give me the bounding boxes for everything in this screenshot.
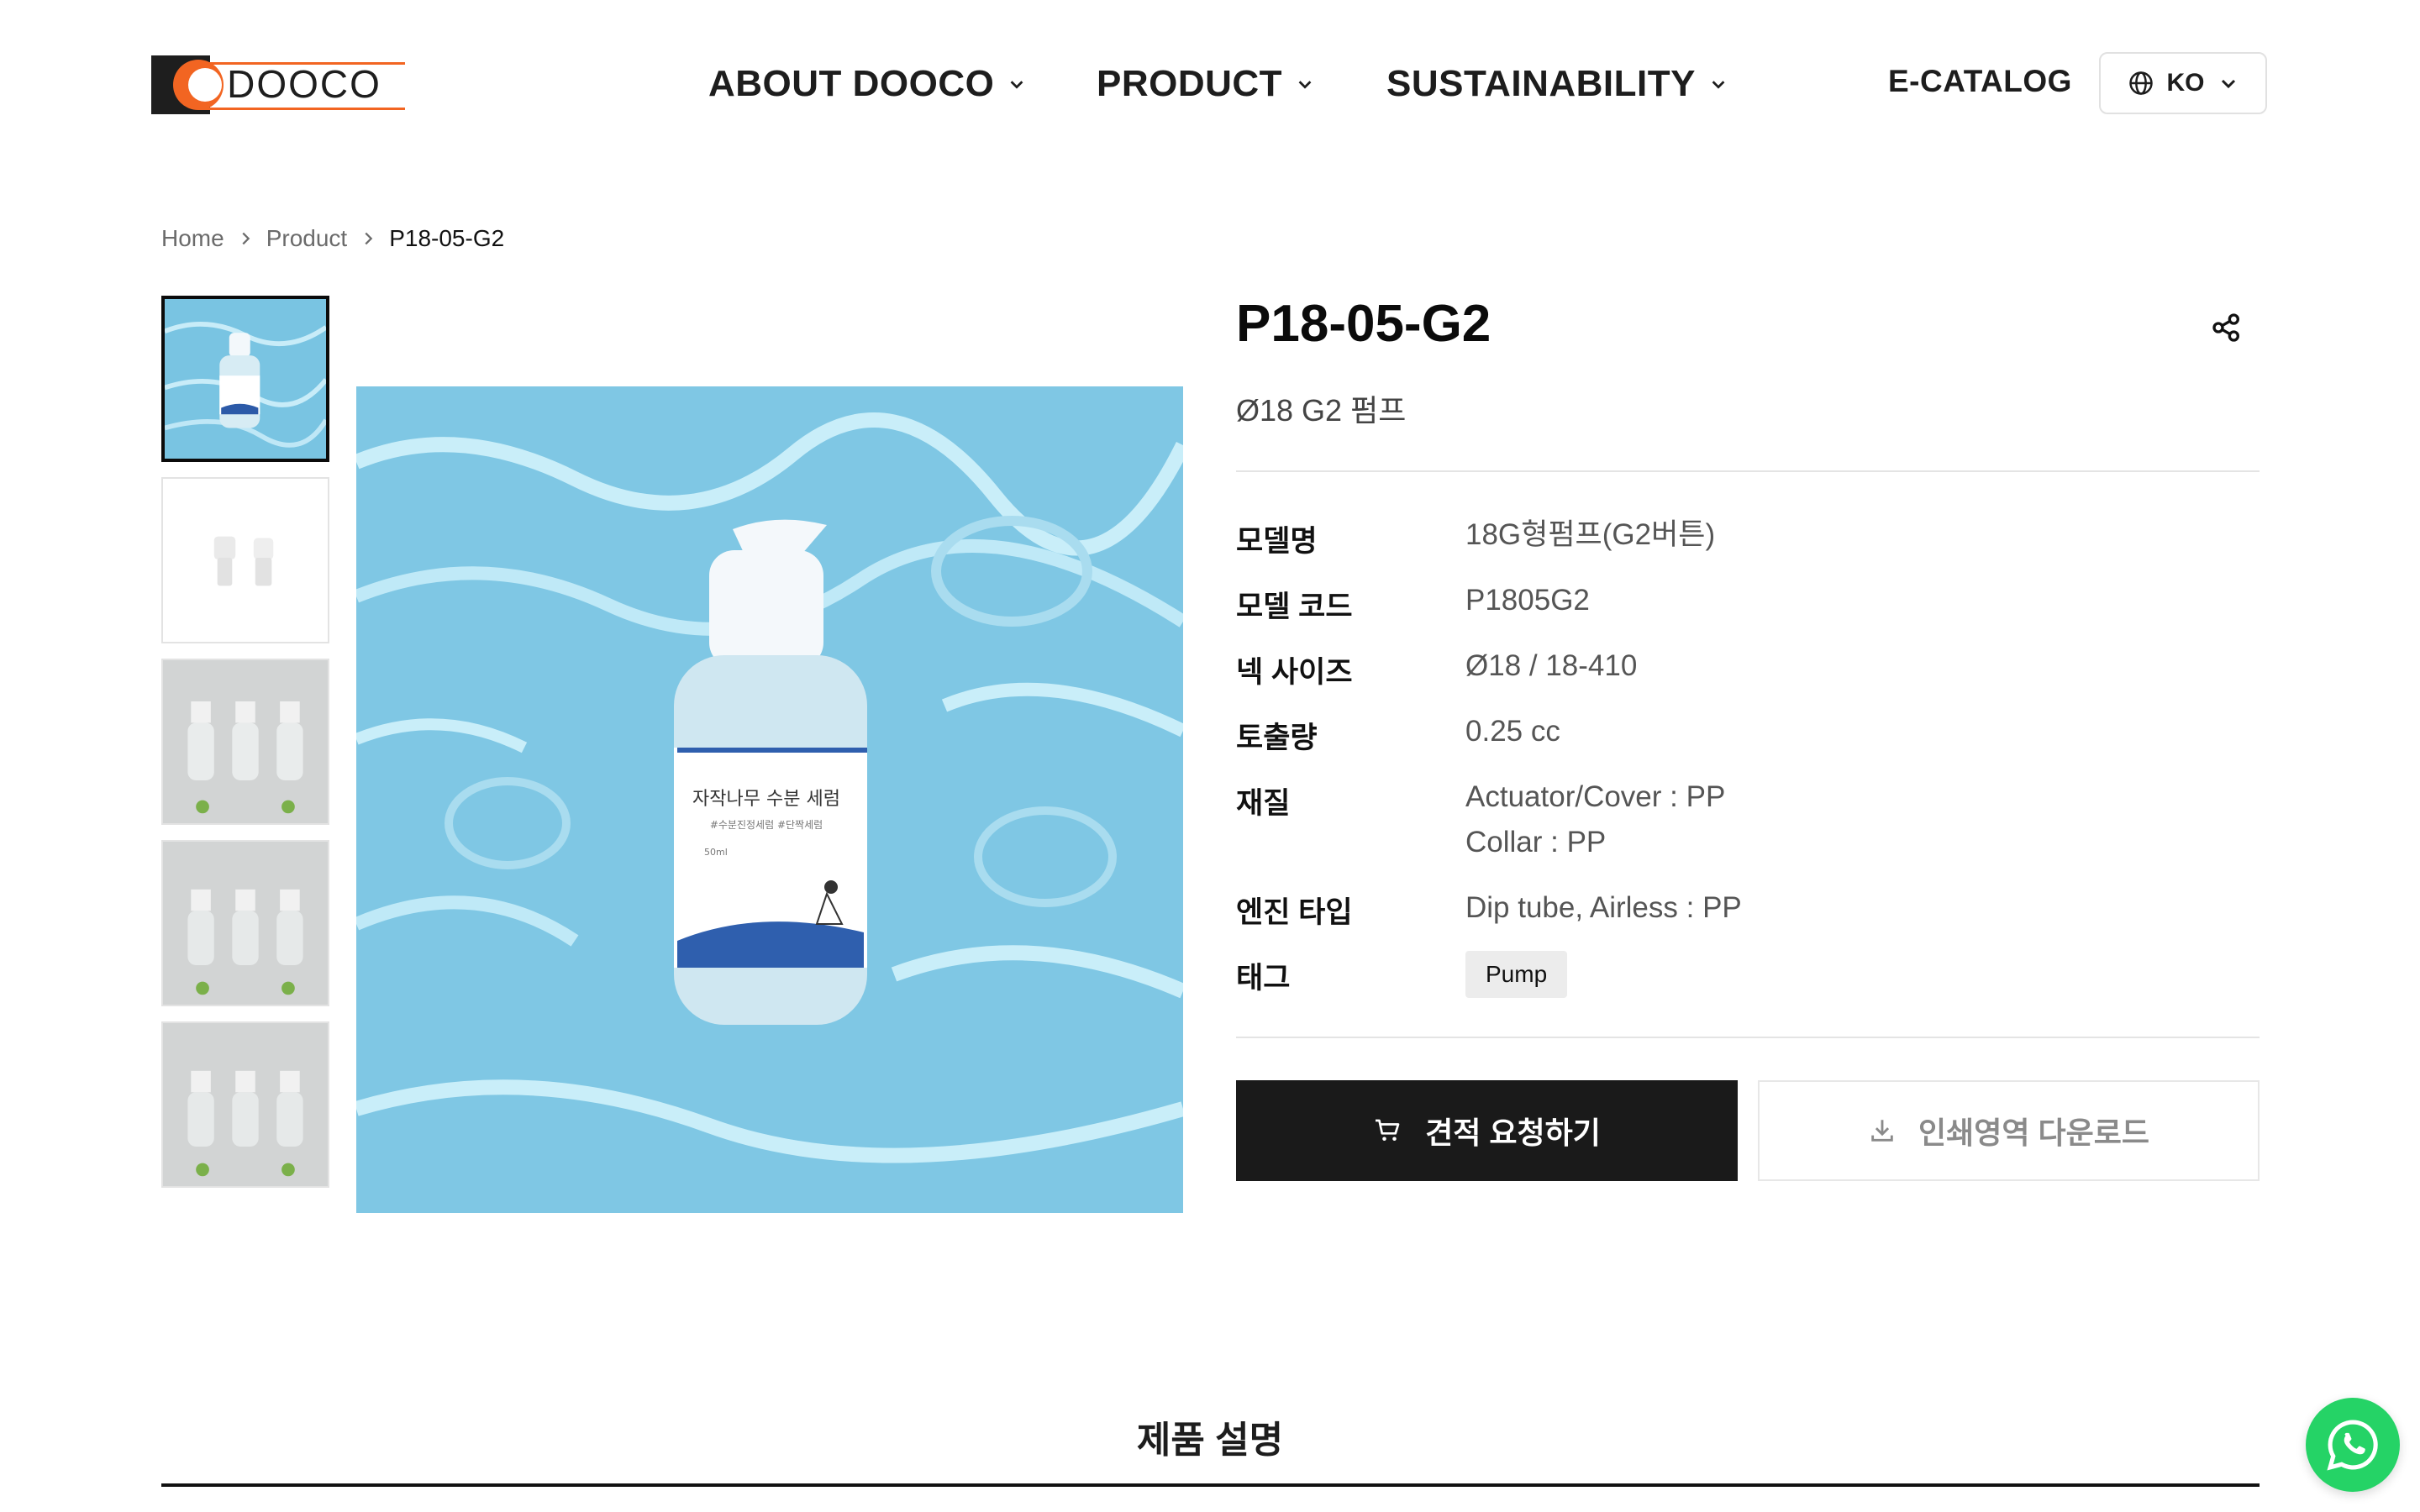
chevron-down-icon [1298,81,1312,89]
request-quote-label: 견적 요청하기 [1425,1116,1601,1150]
download-print-area-button[interactable]: 인쇄영역 다운로드 [1758,1080,2260,1181]
thumbnail-5[interactable] [161,1021,329,1188]
cart-icon [1376,1119,1400,1141]
spec-value-model-name: 18G형펌프(G2버튼) [1465,518,1716,551]
spec-label-material: 재질 [1236,787,1291,820]
thumbnail-bottles-image [163,1023,328,1186]
download-print-area-label: 인쇄영역 다운로드 [1918,1116,2149,1150]
spec-value-output: 0.25 cc [1465,715,1560,748]
spec-label-tag: 태그 [1236,962,1291,995]
nav-product[interactable]: PRODUCT [1097,60,1314,108]
thumbnail-water-bottle-image [165,299,326,459]
tab-product-description[interactable]: 제품 설명 [0,1410,2420,1463]
thumbnail-3[interactable] [161,659,329,825]
breadcrumb-product[interactable]: Product [266,225,348,252]
nav-about-dooco[interactable]: ABOUT DOOCO [708,60,1026,108]
thumbnail-pumps-image [163,479,328,642]
thumbnail-bottles-image [163,660,328,823]
chevron-down-icon [1712,81,1725,89]
bottle-label-vol: 50ml [704,847,728,858]
language-label: KO [2166,69,2205,97]
share-icon[interactable] [2210,311,2244,344]
tag-pump[interactable]: Pump [1465,951,1568,998]
request-quote-button[interactable]: 견적 요청하기 [1236,1080,1738,1181]
chevron-down-icon [1011,81,1023,89]
spec-value-neck-size: Ø18 / 18-410 [1465,649,1638,682]
spec-label-model-name: 모델명 [1236,525,1318,558]
logo-text: DOOCO [227,62,381,106]
thumbnail-bottles-image [163,842,328,1005]
thumbnail-2[interactable] [161,477,329,643]
product-subtitle: Ø18 G2 펌프 [1236,393,1407,428]
bottle-label-title: 자작나무 수분 세럼 [692,789,840,810]
e-catalog-link[interactable]: E-CATALOG [1888,64,2072,99]
bottle-label-sub: #수분진정세럼 #단짝세럼 [710,819,823,831]
nav-sustainability[interactable]: SUSTAINABILITY [1386,60,1728,108]
globe-icon [2128,71,2153,95]
section-underline [161,1483,2260,1487]
breadcrumb-home[interactable]: Home [161,225,224,252]
chevron-right-icon [242,232,250,245]
chevron-down-icon [2221,79,2235,89]
nav-sustainability-label: SUSTAINABILITY [1386,63,1696,104]
product-title: P18-05-G2 [1236,295,1491,353]
spec-label-engine-type: 엔진 타입 [1236,896,1353,929]
main-product-image: 자작나무 수분 세럼 #수분진정세럼 #단짝세럼 50ml [356,386,1183,1213]
dooco-logo[interactable]: DOOCO [151,54,405,116]
spec-label-model-code: 모델 코드 [1236,591,1353,623]
spec-label-output: 토출량 [1236,722,1318,754]
whatsapp-button[interactable] [2306,1398,2400,1492]
spec-value-material-2: Collar : PP [1465,826,1607,858]
language-selector[interactable]: KO [2099,52,2267,114]
spec-value-model-code: P1805G2 [1465,584,1590,617]
thumbnail-1[interactable] [161,296,329,462]
divider [1236,1037,2260,1038]
spec-value-material: Actuator/Cover : PP [1465,780,1726,813]
download-icon [1871,1120,1893,1142]
chevron-right-icon [365,232,373,245]
thumbnail-4[interactable] [161,840,329,1006]
serum-bottle-water-image: 자작나무 수분 세럼 #수분진정세럼 #단짝세럼 50ml [356,386,1183,1213]
spec-label-neck-size: 넥 사이즈 [1236,656,1353,689]
spec-value-engine-type: Dip tube, Airless : PP [1465,891,1742,924]
nav-about-label: ABOUT DOOCO [708,63,995,104]
nav-product-label: PRODUCT [1097,63,1283,104]
whatsapp-icon [2327,1420,2378,1471]
divider [1236,470,2260,472]
breadcrumb-current: P18-05-G2 [389,225,505,251]
breadcrumb: Home Product P18-05-G2 [161,225,504,252]
